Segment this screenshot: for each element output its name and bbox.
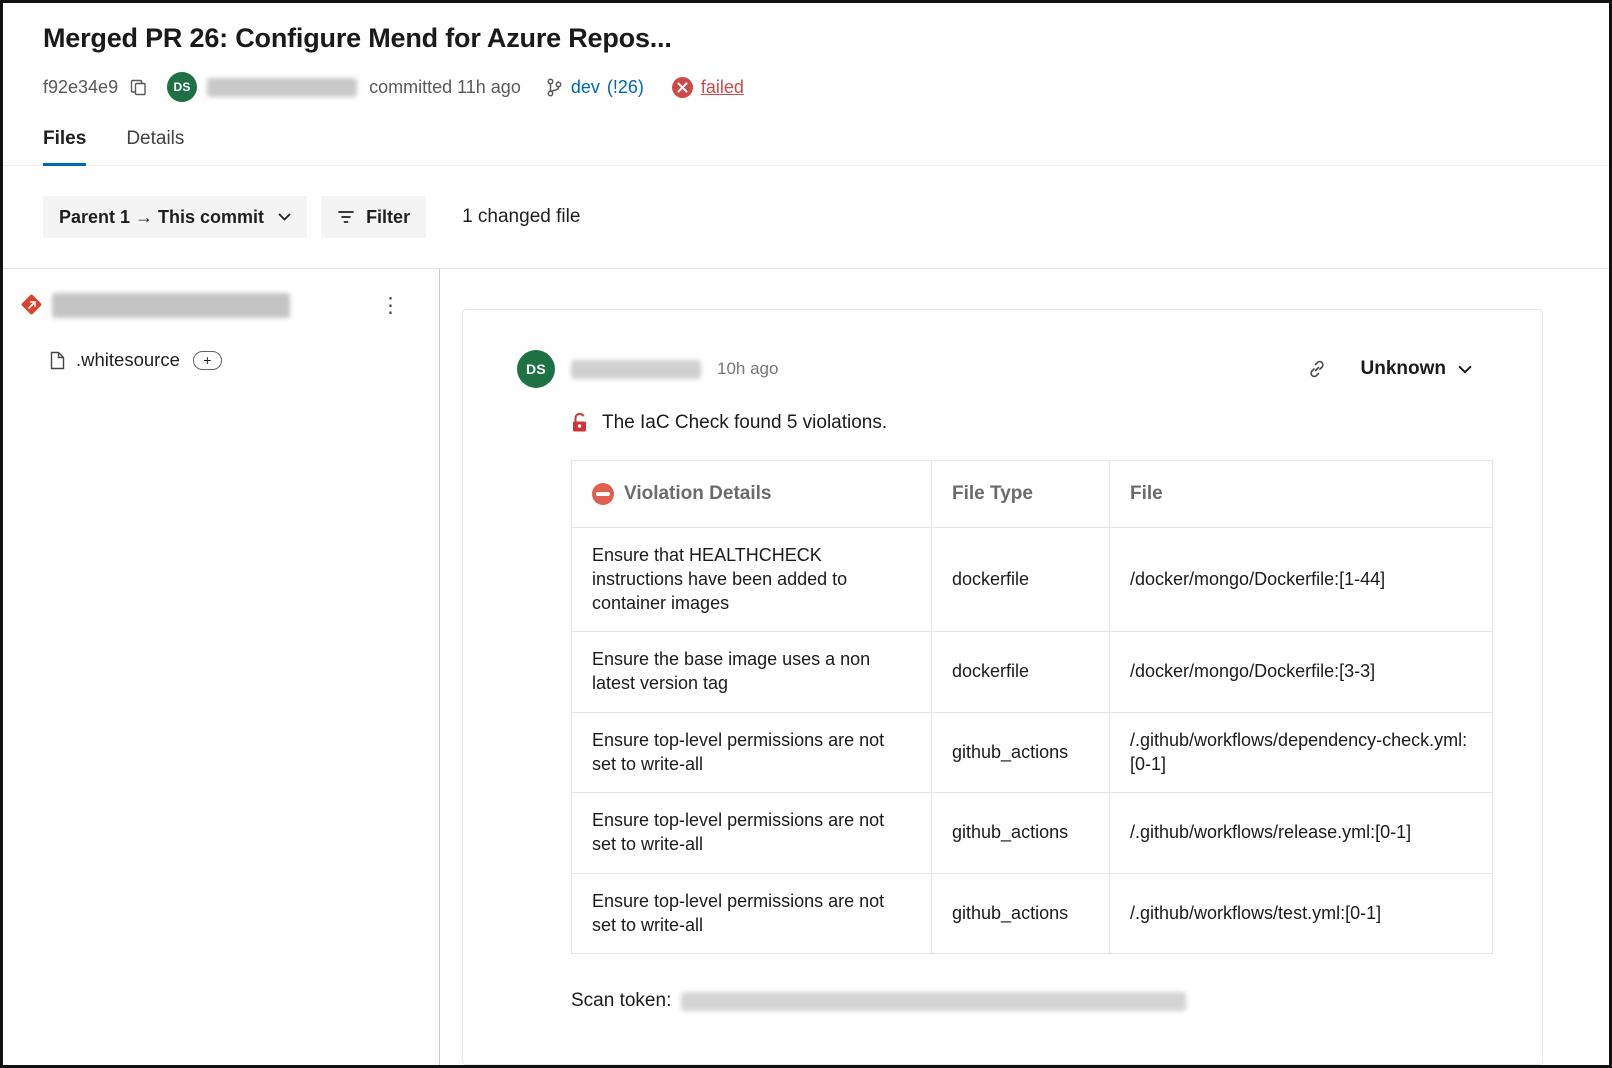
violation-row: Ensure the base image uses a non latest …	[572, 632, 1493, 713]
violation-detail: Ensure top-level permissions are not set…	[572, 712, 932, 793]
violation-row: Ensure that HEALTHCHECK instructions hav…	[572, 528, 1493, 632]
violation-row: Ensure top-level permissions are not set…	[572, 712, 1493, 793]
col-file-type: File Type	[932, 461, 1110, 528]
comment-header: DS 10h ago Unknown	[517, 350, 1478, 388]
scan-token-row: Scan token:	[571, 990, 1478, 1012]
violation-file-type: dockerfile	[932, 632, 1110, 713]
violations-header-row: Violation Details File Type File	[572, 461, 1493, 528]
scan-token-redacted	[681, 992, 1186, 1011]
commit-header: Merged PR 26: Configure Mend for Azure R…	[3, 3, 1609, 102]
tab-files[interactable]: Files	[43, 128, 86, 166]
copy-link-button[interactable]	[1305, 357, 1329, 381]
file-name: .whitesource	[76, 349, 180, 371]
col-file: File	[1110, 461, 1493, 528]
repo-name-redacted	[52, 293, 290, 318]
violation-file: /.github/workflows/release.yml:[0-1]	[1110, 793, 1493, 874]
commit-time: committed 11h ago	[369, 77, 521, 98]
content-area: ⋮ .whitesource + DS 10h ago	[3, 269, 1609, 1065]
changed-files-count: 1 changed file	[462, 206, 580, 228]
lock-open-icon	[571, 413, 590, 434]
chevron-down-icon	[1458, 365, 1472, 374]
file-icon	[50, 351, 65, 370]
filter-label: Filter	[366, 207, 410, 228]
build-status-link[interactable]: failed	[701, 77, 744, 98]
comment-status-dropdown[interactable]: Unknown	[1355, 357, 1479, 381]
diff-main-panel: DS 10h ago Unknown	[440, 269, 1609, 1065]
commit-hash: f92e34e9	[43, 77, 118, 98]
violation-file: /.github/workflows/dependency-check.yml:…	[1110, 712, 1493, 793]
violation-detail: Ensure the base image uses a non latest …	[572, 632, 932, 713]
violation-detail: Ensure top-level permissions are not set…	[572, 873, 932, 954]
repo-diamond-icon	[21, 294, 43, 316]
git-branch-icon	[545, 77, 564, 98]
violation-row: Ensure top-level permissions are not set…	[572, 793, 1493, 874]
commit-author-avatar: DS	[167, 72, 197, 102]
tab-details[interactable]: Details	[126, 128, 184, 166]
file-added-badge[interactable]: +	[193, 351, 222, 370]
comment-body: The IaC Check found 5 violations. Violat…	[571, 412, 1478, 1012]
comment-status-label: Unknown	[1361, 358, 1447, 380]
commit-meta-row: f92e34e9 DS committed 11h ago dev (!26) …	[43, 72, 1569, 102]
diff-selector-label: Parent 1 → This commit	[59, 207, 264, 228]
violation-row: Ensure top-level permissions are not set…	[572, 873, 1493, 954]
link-icon	[1307, 359, 1327, 379]
kebab-menu-button[interactable]: ⋮	[372, 293, 409, 318]
chevron-down-icon	[278, 213, 291, 221]
pr-link[interactable]: (!26)	[607, 77, 644, 98]
violation-file: /.github/workflows/test.yml:[0-1]	[1110, 873, 1493, 954]
filter-button[interactable]: Filter	[321, 196, 426, 238]
col-violation-details: Violation Details	[572, 461, 932, 528]
violation-detail: Ensure top-level permissions are not set…	[572, 793, 932, 874]
no-entry-icon	[592, 483, 614, 505]
violation-file: /docker/mongo/Dockerfile:[1-44]	[1110, 528, 1493, 632]
comment-author-name-redacted	[571, 360, 701, 379]
copy-hash-button[interactable]	[128, 77, 149, 98]
violation-file-type: dockerfile	[932, 528, 1110, 632]
file-tree-panel: ⋮ .whitesource +	[3, 269, 440, 1065]
comment-card: DS 10h ago Unknown	[462, 309, 1543, 1065]
iac-check-text: The IaC Check found 5 violations.	[602, 412, 887, 434]
tab-bar: Files Details	[3, 102, 1609, 166]
violation-detail: Ensure that HEALTHCHECK instructions hav…	[572, 528, 932, 632]
file-tree-item-whitesource[interactable]: .whitesource +	[3, 349, 439, 371]
diff-toolbar: Parent 1 → This commit Filter 1 changed …	[3, 166, 1609, 269]
iac-check-message: The IaC Check found 5 violations.	[571, 412, 1478, 434]
failed-icon	[672, 77, 693, 98]
comment-author-avatar: DS	[517, 350, 555, 388]
violations-table: Violation Details File Type File Ensure …	[571, 460, 1493, 954]
violation-file-type: github_actions	[932, 793, 1110, 874]
violation-file-type: github_actions	[932, 712, 1110, 793]
violation-file-type: github_actions	[932, 873, 1110, 954]
commit-author-name-redacted	[207, 78, 357, 97]
scan-token-label: Scan token:	[571, 990, 671, 1012]
comment-timestamp: 10h ago	[717, 359, 778, 379]
branch-link[interactable]: dev	[571, 77, 600, 98]
page-title: Merged PR 26: Configure Mend for Azure R…	[43, 23, 1569, 54]
copy-icon	[130, 79, 147, 96]
violation-file: /docker/mongo/Dockerfile:[3-3]	[1110, 632, 1493, 713]
file-tree-root-item[interactable]: ⋮	[3, 285, 439, 325]
filter-icon	[337, 210, 355, 224]
diff-selector-dropdown[interactable]: Parent 1 → This commit	[43, 196, 307, 238]
